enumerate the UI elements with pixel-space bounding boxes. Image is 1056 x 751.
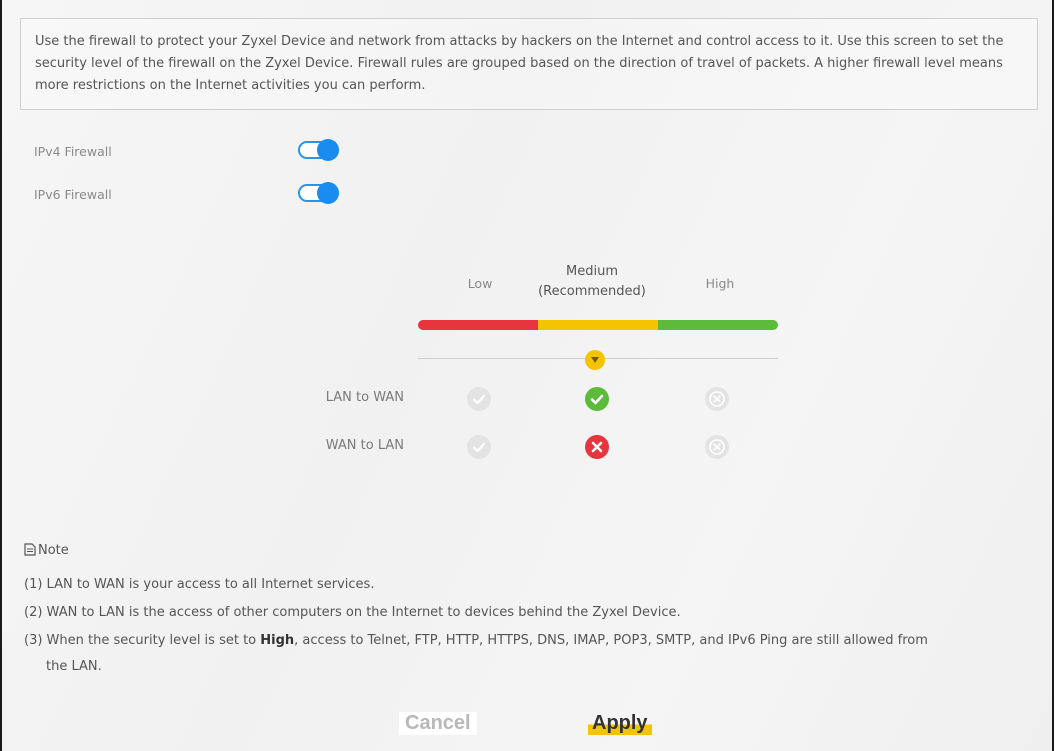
check-icon: [467, 435, 491, 459]
level-bar-high[interactable]: [658, 320, 778, 330]
cancel-button[interactable]: Cancel: [399, 712, 477, 735]
check-icon: [585, 387, 609, 411]
note-line-2: (2) WAN to LAN is the access of other co…: [24, 605, 681, 620]
level-medium-label[interactable]: Medium (Recommended): [522, 262, 662, 302]
level-low-label[interactable]: Low: [460, 276, 500, 291]
ipv6-firewall-toggle[interactable]: [298, 182, 340, 204]
level-bar-medium[interactable]: [538, 320, 658, 330]
note-line-4: the LAN.: [46, 659, 102, 674]
check-icon: [467, 387, 491, 411]
ipv4-firewall-label: IPv4 Firewall: [34, 144, 112, 159]
level-high-label[interactable]: High: [700, 276, 740, 291]
level-bar-low[interactable]: [418, 320, 538, 330]
row-label-lan-to-wan: LAN to WAN: [325, 390, 404, 405]
x-icon: [705, 387, 729, 411]
note-icon: [24, 543, 38, 558]
x-icon: [585, 435, 609, 459]
apply-button[interactable]: Apply: [588, 712, 652, 735]
note-line-3: (3) When the security level is set to Hi…: [24, 633, 928, 648]
x-icon: [705, 435, 729, 459]
ipv4-firewall-toggle[interactable]: [298, 139, 340, 161]
ipv6-firewall-label: IPv6 Firewall: [34, 187, 112, 202]
row-label-wan-to-lan: WAN to LAN: [325, 438, 404, 453]
note-title: Note: [24, 543, 69, 558]
firewall-panel: Use the firewall to protect your Zyxel D…: [0, 0, 1054, 751]
level-pointer-icon[interactable]: [585, 350, 605, 370]
intro-text: Use the firewall to protect your Zyxel D…: [20, 18, 1038, 110]
note-line-1: (1) LAN to WAN is your access to all Int…: [24, 577, 375, 592]
